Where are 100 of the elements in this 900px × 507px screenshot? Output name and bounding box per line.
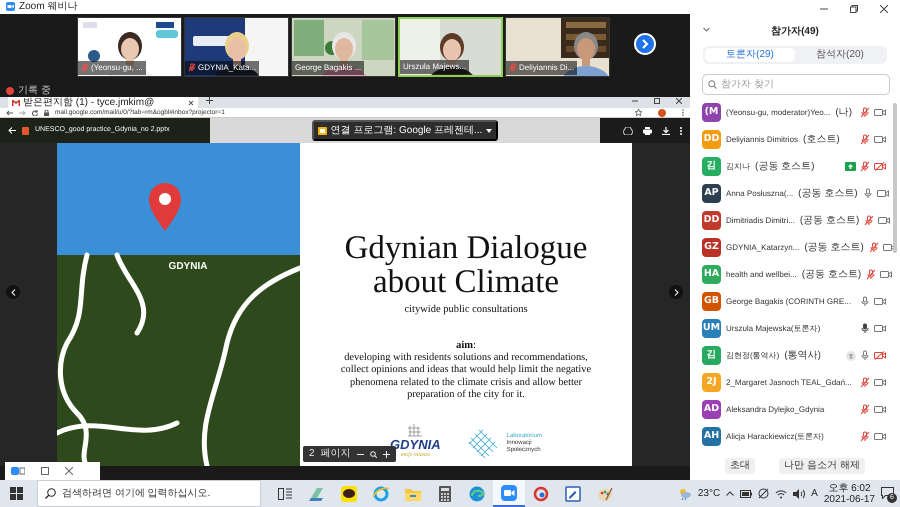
battery-icon[interactable] bbox=[740, 490, 752, 498]
open-with-button[interactable]: 연결 프로그램: Google 프레젠테... bbox=[312, 120, 498, 142]
video-tile[interactable]: (Yeonsu-gu, ... bbox=[77, 16, 182, 77]
tab[interactable]: 참석자(20) bbox=[795, 48, 885, 62]
browser-icon[interactable] bbox=[469, 486, 485, 502]
tab-title: 받은편지함 (1) - tyce.jmkim@ bbox=[23, 97, 156, 108]
participant-row[interactable]: (M (Yeonsu-gu, moderator)Yeo... (나) bbox=[690, 99, 900, 126]
panel-button[interactable]: 나만 음소거 해제 bbox=[779, 458, 865, 474]
profile-avatar[interactable] bbox=[658, 108, 666, 117]
muted-mic-icon[interactable] bbox=[860, 431, 870, 442]
video-camera-icon[interactable] bbox=[874, 108, 886, 117]
calculator-icon[interactable] bbox=[439, 486, 451, 502]
video-camera-icon[interactable] bbox=[874, 432, 886, 441]
video-tile[interactable]: George Bagakis ... bbox=[291, 16, 396, 77]
tab[interactable]: 토론자(29) bbox=[705, 48, 795, 62]
app-icon[interactable] bbox=[533, 486, 549, 502]
aim-label: aim: bbox=[456, 340, 476, 352]
muted-mic-icon[interactable] bbox=[860, 404, 870, 415]
participant-row[interactable]: AH Alicja Harackiewicz(토론자) bbox=[690, 423, 900, 450]
back-arrow-icon[interactable] bbox=[8, 127, 16, 134]
participant-row[interactable]: UM Urszula Majewska(토론자) bbox=[690, 315, 900, 342]
restore-icon[interactable] bbox=[850, 5, 858, 13]
minimize-icon[interactable] bbox=[632, 98, 638, 104]
palette-icon[interactable] bbox=[597, 486, 613, 502]
participant-row[interactable]: GZ GDYNIA_Katarzyn... (공동 호스트) bbox=[690, 234, 900, 261]
video-off-icon[interactable] bbox=[874, 351, 886, 360]
participant-row[interactable]: 2J 2_Margaret Jasnoch TEAL_Gdań... bbox=[690, 369, 900, 396]
video-camera-icon[interactable] bbox=[874, 405, 886, 414]
panel-button[interactable]: 초대 bbox=[725, 458, 756, 474]
video-camera-icon[interactable] bbox=[878, 216, 890, 225]
muted-mic-icon[interactable] bbox=[868, 242, 879, 253]
search-field[interactable]: 검색하려면 여기에 입력하십시오. bbox=[37, 480, 261, 507]
participant-row[interactable]: GB George Bagakis (CORINTH GRE... bbox=[690, 288, 900, 315]
video-camera-icon[interactable] bbox=[874, 378, 886, 387]
wifi-icon[interactable] bbox=[775, 488, 788, 498]
zoom-app-icon[interactable] bbox=[11, 467, 25, 476]
new-tab-icon[interactable] bbox=[206, 97, 213, 104]
muted-mic-icon[interactable] bbox=[860, 107, 870, 118]
network-icon[interactable] bbox=[758, 488, 770, 499]
participant-row[interactable]: 김 김현정(통역사) (통역사) bbox=[690, 342, 900, 369]
participant-row[interactable]: 김 김지나 (공동 호스트) bbox=[690, 153, 900, 180]
task-view-icon[interactable] bbox=[278, 488, 292, 500]
chevron-right-icon bbox=[641, 38, 649, 49]
video-camera-icon[interactable] bbox=[882, 243, 895, 252]
print-icon[interactable] bbox=[643, 126, 652, 135]
volume-icon[interactable] bbox=[793, 488, 806, 498]
app-icon[interactable] bbox=[309, 486, 325, 502]
search-icon[interactable] bbox=[370, 450, 377, 458]
video-app-icon[interactable] bbox=[501, 484, 517, 500]
close-icon[interactable] bbox=[188, 100, 194, 106]
video-camera-icon[interactable] bbox=[874, 297, 886, 306]
chat-app-icon[interactable] bbox=[341, 486, 357, 502]
video-camera-icon[interactable] bbox=[874, 135, 886, 144]
avatar: AP bbox=[702, 184, 721, 203]
restore-icon[interactable] bbox=[654, 98, 660, 104]
video-camera-icon[interactable] bbox=[874, 324, 886, 333]
next-page-button[interactable] bbox=[634, 32, 656, 55]
participant-row[interactable]: AP Anna Posłuszna(... (공동 호스트) bbox=[690, 180, 900, 207]
video-tile[interactable]: GDYNIA_Kata... bbox=[184, 16, 289, 77]
video-tile[interactable]: Urszula Majews... bbox=[398, 16, 503, 77]
muted-mic-icon[interactable] bbox=[864, 215, 874, 226]
close-icon[interactable] bbox=[676, 98, 682, 104]
participant-row[interactable]: DD Dimitriadis Dimitri... (공동 호스트) bbox=[690, 207, 900, 234]
participant-row[interactable]: DD Deliyiannis Dimitrios (호스트) bbox=[690, 126, 900, 153]
browser-tab[interactable]: 받은편지함 (1) - tyce.jmkim@ bbox=[8, 97, 198, 108]
participant-name: Alicja Harackiewicz(토론자) bbox=[726, 430, 824, 442]
note-app-icon[interactable] bbox=[565, 486, 581, 502]
temperature[interactable]: 23°C bbox=[698, 486, 720, 501]
video-camera-icon[interactable] bbox=[880, 270, 892, 279]
scrollbar-thumb[interactable] bbox=[893, 103, 897, 253]
clock[interactable]: 오후 6:02 2021-06-17 bbox=[824, 482, 875, 504]
collapse-icon[interactable] bbox=[703, 27, 710, 32]
muted-mic-icon[interactable] bbox=[860, 161, 870, 172]
windows-logo-icon[interactable] bbox=[10, 487, 22, 500]
star-icon[interactable] bbox=[635, 109, 642, 116]
back-icon[interactable] bbox=[6, 110, 13, 116]
video-off-icon[interactable] bbox=[874, 162, 886, 171]
close-icon[interactable] bbox=[65, 467, 73, 476]
video-camera-icon[interactable] bbox=[876, 189, 889, 198]
mic-icon[interactable] bbox=[860, 296, 870, 307]
input-method-indicator[interactable]: A bbox=[811, 486, 818, 501]
zoom-in-icon[interactable] bbox=[382, 450, 390, 458]
chevron-up-icon[interactable] bbox=[726, 491, 734, 496]
search-field[interactable]: 참가자 찾기 bbox=[702, 74, 890, 95]
maximize-icon[interactable] bbox=[41, 467, 49, 476]
add-to-drive-icon[interactable] bbox=[623, 126, 633, 135]
reload-icon[interactable] bbox=[32, 110, 38, 116]
participant-row[interactable]: AD Aleksandra Dylejko_Gdynia bbox=[690, 396, 900, 423]
participant-row[interactable]: HA health and wellbei... (공동 호스트) bbox=[690, 261, 900, 288]
participant-role: (공동 호스트) bbox=[800, 214, 860, 228]
mic-icon[interactable] bbox=[860, 350, 870, 361]
mic-icon[interactable] bbox=[862, 188, 873, 199]
mic-icon[interactable] bbox=[860, 323, 870, 334]
close-icon[interactable] bbox=[880, 5, 888, 13]
video-tile[interactable]: Deliyiannis Di... bbox=[505, 16, 610, 77]
folder-icon[interactable] bbox=[405, 486, 421, 500]
muted-mic-icon[interactable] bbox=[860, 134, 870, 145]
muted-mic-icon[interactable] bbox=[866, 269, 876, 280]
muted-mic-icon[interactable] bbox=[860, 377, 870, 388]
download-icon[interactable] bbox=[662, 126, 670, 135]
